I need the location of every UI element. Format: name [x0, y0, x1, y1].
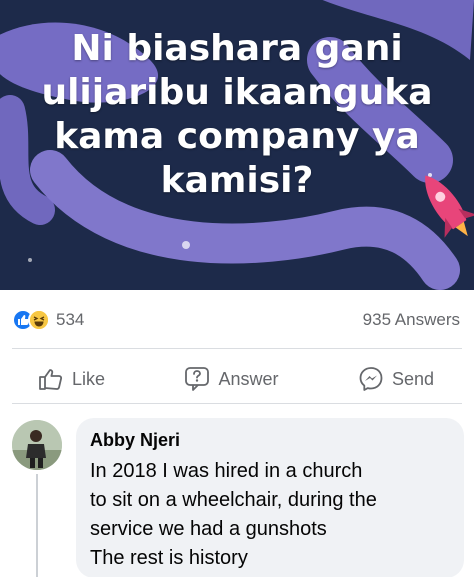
comment-author[interactable]: Abby Njeri — [90, 430, 450, 451]
answer-button[interactable]: Answer — [184, 366, 279, 392]
comment-text: In 2018 I was hired in a church to sit o… — [90, 460, 377, 569]
haha-reaction-icon — [28, 309, 50, 331]
thread-line — [36, 474, 38, 577]
like-button[interactable]: Like — [38, 367, 105, 391]
comment-item: Abby Njeri In 2018 I was hired in a chur… — [0, 410, 474, 577]
messenger-icon — [358, 366, 384, 392]
answer-label: Answer — [218, 368, 279, 389]
post-actions-row: Like Answer Send — [0, 357, 474, 401]
send-label: Send — [391, 368, 434, 389]
answers-count[interactable]: 935 Answers — [363, 310, 460, 330]
reactions-summary[interactable]: 534 — [12, 309, 84, 331]
banner-title: Ni biashara gani ulijaribu ikaanguka kam… — [41, 28, 433, 201]
divider — [12, 348, 462, 349]
send-button[interactable]: Send — [358, 366, 434, 392]
divider — [12, 403, 462, 404]
post-banner-image[interactable]: Ni biashara gani ulijaribu ikaanguka kam… — [0, 0, 474, 290]
post-stats-row: 534 935 Answers — [0, 300, 474, 340]
like-label: Like — [72, 368, 106, 389]
question-bubble-icon — [184, 366, 210, 392]
comment-bubble[interactable]: Abby Njeri In 2018 I was hired in a chur… — [76, 418, 464, 577]
reaction-count: 534 — [56, 310, 85, 329]
thumbs-up-icon — [38, 367, 64, 391]
avatar[interactable] — [12, 420, 62, 470]
